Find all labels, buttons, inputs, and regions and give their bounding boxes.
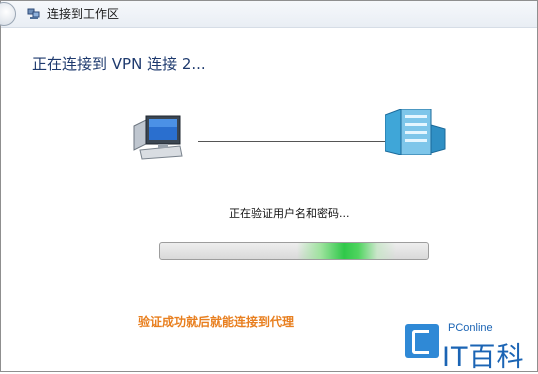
status-text: 正在验证用户名和密码... xyxy=(229,207,350,220)
server-icon xyxy=(385,109,446,155)
watermark-logo xyxy=(405,324,439,358)
progress-fill xyxy=(160,243,396,259)
vpn-dialog-window: 连接到工作区 正在连接到 VPN 连接 2... 正在验证用户名和密码... 验… xyxy=(0,0,538,373)
window-title: 连接到工作区 xyxy=(47,7,120,21)
watermark-big-text: IT百科 xyxy=(442,342,525,373)
connection-line xyxy=(198,141,385,142)
connection-heading: 正在连接到 VPN 连接 2... xyxy=(32,55,206,73)
computer-icon xyxy=(133,115,183,160)
back-arrow-icon[interactable] xyxy=(0,2,16,26)
watermark-logo-mark xyxy=(412,330,429,354)
title-bar: 连接到工作区 xyxy=(0,1,537,28)
progress-bar xyxy=(159,242,429,260)
watermark-small-text: PConline xyxy=(448,322,493,334)
annotation-text: 验证成功就后就能连接到代理 xyxy=(138,315,295,329)
network-icon xyxy=(27,8,40,19)
